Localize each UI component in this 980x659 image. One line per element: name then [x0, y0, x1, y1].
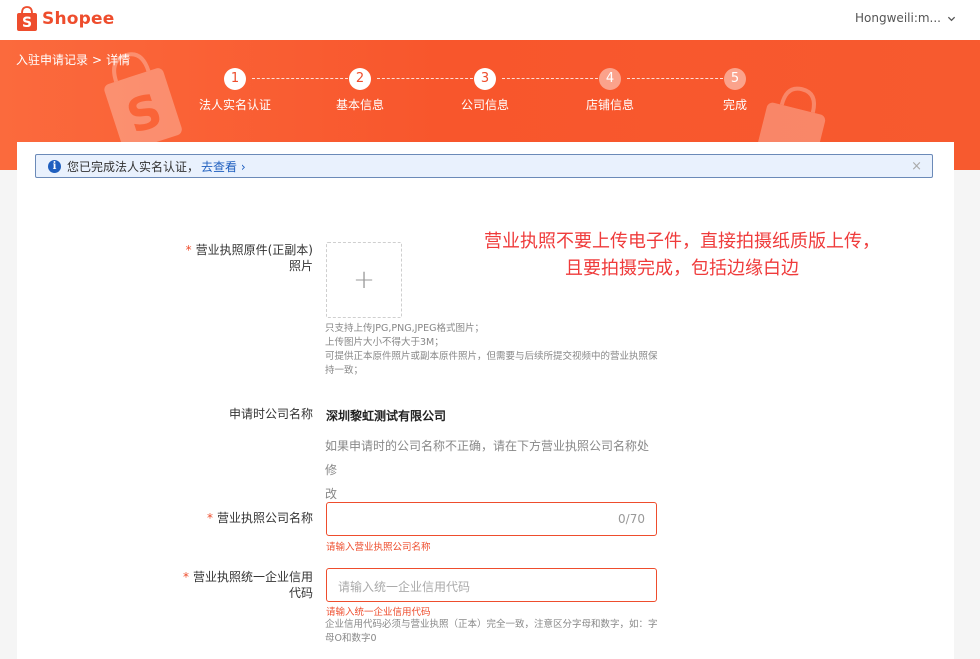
apply-company-value: 深圳黎虹测试有限公司: [326, 409, 447, 423]
view-link[interactable]: 去查看 ›: [201, 158, 246, 175]
step-label: 店铺信息: [585, 98, 634, 112]
required-mark: *: [185, 243, 192, 257]
hint-line: 持一致；: [325, 365, 364, 376]
label-text: 营业执照公司名称: [216, 511, 313, 525]
user-menu[interactable]: Hongweili:m...: [855, 11, 956, 25]
step-label: 公司信息: [460, 98, 509, 112]
credit-code-label: * 营业执照统一企业信用 代码: [167, 569, 313, 601]
hint-line: 企业信用代码必须与营业执照（正本）完全一致，注意区分字母和数字，如：字: [325, 619, 658, 630]
char-counter: 0/70: [618, 512, 645, 526]
hint-line: 母O和数字0: [325, 633, 377, 644]
form-card: i 您已完成法人实名认证， 去查看 › × * 营业执照原件(正副本) 照片 + …: [17, 142, 954, 659]
breadcrumb-separator: >: [92, 52, 103, 67]
close-icon[interactable]: ×: [911, 159, 922, 174]
required-mark: *: [206, 511, 213, 525]
step-number: 4: [599, 68, 621, 90]
chevron-down-icon: [947, 16, 956, 21]
svg-text:S: S: [22, 15, 32, 31]
shopee-logo[interactable]: S Shopee: [16, 6, 114, 32]
annotation-line: 营业执照不要上传电子件，直接拍摄纸质版上传，: [484, 231, 880, 252]
step-number: 3: [474, 68, 496, 90]
label-text: 营业执照原件(正副本): [195, 243, 313, 257]
plus-icon: +: [353, 265, 375, 295]
credit-code-input[interactable]: 请输入统一企业信用代码: [326, 568, 657, 602]
breadcrumb: 入驻申请记录 > 详情: [16, 51, 130, 68]
hint-line: 上传图片大小不得大于3M；: [325, 337, 444, 348]
credit-code-error: 请输入统一企业信用代码: [326, 607, 431, 618]
label-text: 照片: [288, 259, 313, 273]
step-label: 基本信息: [335, 98, 384, 112]
notice-text: 您已完成法人实名认证，: [67, 159, 200, 174]
step-4: 4 店铺信息: [570, 68, 650, 113]
apply-company-label: 申请时公司名称: [228, 407, 313, 421]
license-company-error: 请输入营业执照公司名称: [326, 542, 431, 553]
verification-notice: i 您已完成法人实名认证， 去查看 › ×: [35, 154, 933, 178]
input-placeholder: 请输入统一企业信用代码: [338, 580, 471, 594]
step-number: 5: [724, 68, 746, 90]
help-line: 如果申请时的公司名称不正确，请在下方营业执照公司名称处修: [325, 439, 650, 477]
breadcrumb-parent-link[interactable]: 入驻申请记录: [16, 51, 88, 68]
step-number: 2: [349, 68, 371, 90]
license-company-label: * 营业执照公司名称: [167, 510, 313, 526]
hint-line: 只支持上传JPG,PNG,JPEG格式图片；: [325, 323, 485, 334]
info-icon: i: [48, 159, 61, 173]
step-label: 法人实名认证: [198, 98, 271, 112]
red-annotation: 营业执照不要上传电子件，直接拍摄纸质版上传， 且要拍摄完成，包括边缘白边: [457, 228, 907, 282]
upload-hint: 只支持上传JPG,PNG,JPEG格式图片； 上传图片大小不得大于3M； 可提供…: [325, 322, 660, 378]
license-company-input[interactable]: 0/70: [326, 502, 657, 536]
brand-name: Shopee: [42, 9, 115, 29]
license-photo-label: * 营业执照原件(正副本) 照片: [167, 242, 313, 274]
hint-line: 可提供正本原件照片或副本原件照片，但需要与后续所提交视频中的营业执照保: [325, 351, 658, 362]
breadcrumb-current: 详情: [106, 53, 131, 67]
step-3: 3 公司信息: [445, 68, 525, 113]
step-5: 5 完成: [695, 68, 775, 113]
apply-company-help: 如果申请时的公司名称不正确，请在下方营业执照公司名称处修 改: [325, 434, 655, 506]
top-header: S Shopee Hongweili:m...: [0, 0, 980, 40]
step-number: 1: [224, 68, 246, 90]
user-name: Hongweili:m...: [855, 11, 941, 25]
credit-code-hint: 企业信用代码必须与营业执照（正本）完全一致，注意区分字母和数字，如：字 母O和数…: [325, 618, 660, 646]
license-photo-upload[interactable]: +: [326, 242, 402, 318]
label-text: 营业执照统一企业信用: [192, 570, 313, 584]
step-2: 2 基本信息: [320, 68, 400, 113]
label-text: 代码: [288, 586, 313, 600]
required-mark: *: [182, 570, 189, 584]
step-label: 完成: [722, 98, 747, 112]
step-progress: 1 法人实名认证 2 基本信息 3 公司信息 4 店铺信息 5 完成: [199, 68, 760, 118]
annotation-line: 且要拍摄完成，包括边缘白边: [565, 258, 799, 279]
step-1: 1 法人实名认证: [195, 68, 275, 113]
shopee-bag-icon: S: [17, 6, 37, 31]
